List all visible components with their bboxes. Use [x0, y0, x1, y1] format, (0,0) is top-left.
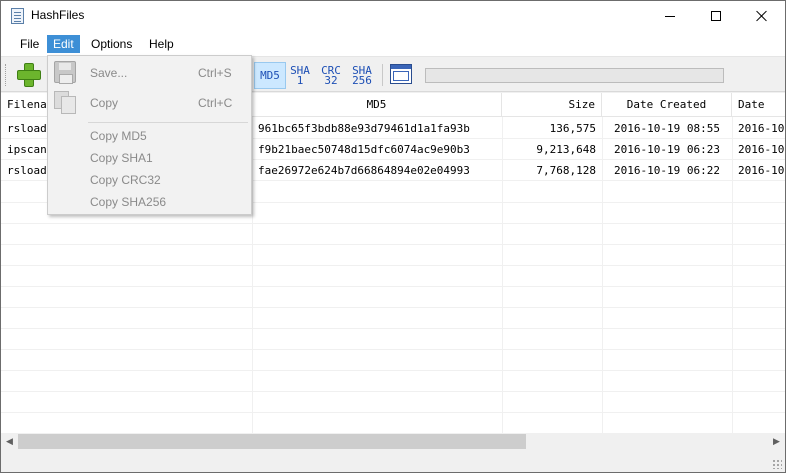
menu-item-copy-sha256[interactable]: Copy SHA256 — [48, 191, 251, 213]
menu-help[interactable]: Help — [143, 35, 180, 53]
menu-item-label: Copy — [90, 96, 119, 110]
menu-item-label: Copy MD5 — [90, 129, 147, 143]
sha1-toggle-button[interactable]: SHA 1 — [287, 62, 313, 89]
scroll-thumb[interactable] — [18, 434, 526, 449]
column-header-date[interactable]: Date — [732, 93, 785, 117]
cell-date-created: 2016-10-19 06:22 — [614, 164, 720, 177]
cell-md5: f9b21baec50748d15dfc6074ac9e90b3 — [258, 143, 470, 156]
toolbar-separator — [382, 64, 383, 86]
menu-item-label: Copy SHA1 — [90, 151, 153, 165]
minimize-button[interactable] — [647, 1, 693, 31]
cell-date-created: 2016-10-19 08:55 — [614, 122, 720, 135]
status-bar — [1, 450, 785, 472]
cell-date: 2016-10 — [738, 164, 785, 177]
cell-date-created: 2016-10-19 06:23 — [614, 143, 720, 156]
edit-dropdown-menu: Save... Ctrl+S Copy Ctrl+C Copy MD5 Copy… — [47, 55, 252, 215]
grid-row-line — [1, 307, 785, 308]
menu-item-label: Copy SHA256 — [90, 195, 167, 209]
menu-item-copy-crc32[interactable]: Copy CRC32 — [48, 169, 251, 191]
menu-bar: File Edit Options Help — [1, 31, 785, 57]
app-document-icon — [11, 8, 24, 24]
close-button[interactable] — [739, 1, 785, 31]
grid-row-line — [1, 370, 785, 371]
menu-edit[interactable]: Edit — [47, 35, 80, 53]
menu-options[interactable]: Options — [85, 35, 138, 53]
menu-item-shortcut: Ctrl+C — [198, 96, 233, 110]
toolbar-grip[interactable] — [5, 64, 7, 86]
md5-toggle-button[interactable]: MD5 — [254, 62, 286, 89]
crc32-label-bottom: 32 — [324, 73, 338, 87]
grid-row-line — [1, 223, 785, 224]
grid-row-line — [1, 286, 785, 287]
sha256-toggle-button[interactable]: SHA 256 — [348, 62, 376, 89]
title-bar[interactable]: HashFiles — [1, 1, 785, 31]
grid-row-line — [1, 412, 785, 413]
scroll-right-arrow-icon[interactable]: ▶ — [768, 433, 785, 450]
menu-file[interactable]: File — [14, 35, 45, 53]
add-files-plus-icon[interactable] — [17, 63, 41, 87]
cell-md5: 961bc65f3bdb88e93d79461d1a1fa93b — [258, 122, 470, 135]
sha256-label-bottom: 256 — [352, 73, 372, 87]
maximize-icon — [711, 11, 721, 21]
menu-item-label: Copy CRC32 — [90, 173, 161, 187]
window-title: HashFiles — [31, 8, 85, 22]
cell-size: 9,213,648 — [536, 143, 596, 156]
cell-size: 136,575 — [549, 122, 596, 135]
cell-md5: fae26972e624b7d66864894e02e04993 — [258, 164, 470, 177]
column-header-size[interactable]: Size — [502, 93, 602, 117]
app-window: HashFiles File Edit Options Help MD5 SHA… — [0, 0, 786, 473]
grid-row-line — [1, 244, 785, 245]
horizontal-scrollbar[interactable]: ◀ ▶ — [1, 433, 785, 450]
progress-bar — [425, 68, 724, 83]
menu-item-shortcut: Ctrl+S — [198, 66, 232, 80]
grid-row-line — [1, 349, 785, 350]
cell-date: 2016-10 — [738, 122, 785, 135]
resize-grip-icon[interactable] — [772, 459, 782, 469]
crc32-toggle-button[interactable]: CRC 32 — [318, 62, 344, 89]
window-icon[interactable] — [390, 64, 412, 84]
menu-item-copy-md5[interactable]: Copy MD5 — [48, 125, 251, 147]
menu-item-copy[interactable]: Copy Ctrl+C — [48, 92, 251, 114]
sha1-label-bottom: 1 — [296, 73, 304, 87]
menu-item-save[interactable]: Save... Ctrl+S — [48, 62, 251, 84]
menu-item-label: Save... — [90, 66, 128, 80]
grid-row-line — [1, 328, 785, 329]
minimize-icon — [665, 15, 675, 17]
column-header-md5[interactable]: MD5 — [252, 93, 502, 117]
column-header-date-created[interactable]: Date Created — [602, 93, 732, 117]
close-icon — [756, 10, 768, 22]
md5-label: MD5 — [260, 68, 280, 82]
cell-date: 2016-10 — [738, 143, 785, 156]
grid-row-line — [1, 265, 785, 266]
scroll-left-arrow-icon[interactable]: ◀ — [1, 433, 18, 450]
menu-item-copy-sha1[interactable]: Copy SHA1 — [48, 147, 251, 169]
cell-size: 7,768,128 — [536, 164, 596, 177]
maximize-button[interactable] — [693, 1, 739, 31]
menu-separator — [88, 122, 248, 123]
grid-row-line — [1, 391, 785, 392]
